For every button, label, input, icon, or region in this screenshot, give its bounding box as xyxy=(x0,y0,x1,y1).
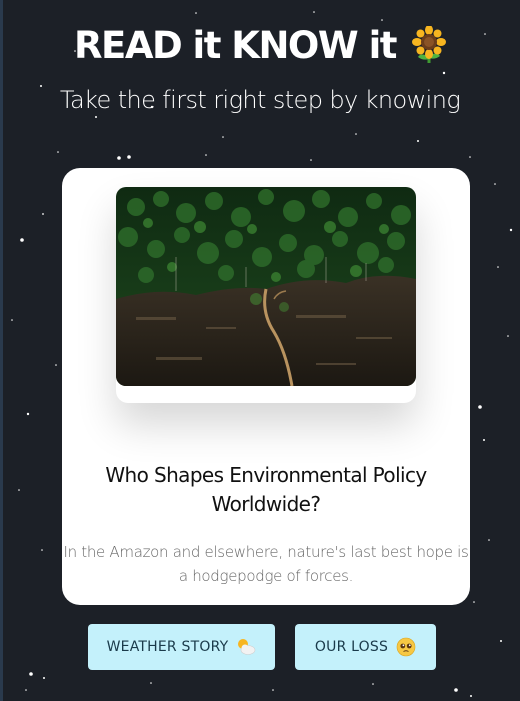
sun-behind-cloud-icon xyxy=(236,637,256,657)
article-image-frame xyxy=(116,187,416,403)
article-summary: In the Amazon and elsewhere, nature's la… xyxy=(63,543,469,585)
site-title: READ it KNOW it xyxy=(74,24,397,67)
our-loss-label: OUR LOSS xyxy=(314,639,389,655)
site-title-row: READ it KNOW it xyxy=(0,24,520,67)
tagline: Take the first right step by knowing xyxy=(59,86,461,114)
pleading-face-icon xyxy=(396,637,416,657)
sunflower-icon xyxy=(411,25,446,64)
our-loss-button[interactable]: OUR LOSS xyxy=(295,624,436,670)
weather-story-label: WEATHER STORY xyxy=(106,639,229,655)
article-card[interactable]: Who Shapes Environmental Policy Worldwid… xyxy=(62,168,470,605)
article-image xyxy=(116,187,416,386)
article-headline[interactable]: Who Shapes Environmental Policy Worldwid… xyxy=(82,461,450,519)
weather-story-button[interactable]: WEATHER STORY xyxy=(88,624,275,670)
